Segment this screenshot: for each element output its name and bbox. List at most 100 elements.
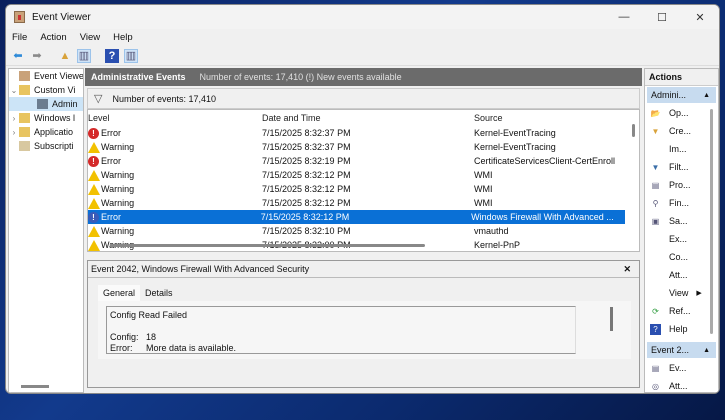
menu-bar: File Action View Help — [6, 29, 719, 46]
action-item[interactable]: ⚲ Fin... — [645, 194, 718, 212]
level-cell: Warning — [88, 183, 262, 195]
column-source[interactable]: Source — [474, 113, 629, 123]
action-item[interactable]: View ▶ — [645, 284, 718, 302]
action-item[interactable]: ▼ Cre... — [645, 122, 718, 140]
forward-arrow-icon[interactable]: ➡ — [30, 49, 44, 63]
filter-count: Number of events: 17,410 — [112, 93, 217, 104]
tree-item[interactable]: Subscripti — [9, 139, 83, 153]
help-icon[interactable]: ? — [105, 48, 119, 63]
maximize-button[interactable]: ☐ — [643, 11, 681, 24]
date-cell: 7/15/2025 8:32:12 PM — [262, 184, 351, 194]
properties-icon: ▤ — [651, 180, 660, 190]
expand-icon[interactable]: ⌄ — [9, 86, 19, 95]
action-item[interactable]: ▣ Sa... — [645, 212, 718, 230]
actions-section-event[interactable]: Event 2... ▲ — [647, 342, 716, 358]
tree-item[interactable]: › Applicatio — [9, 125, 83, 139]
table-row[interactable]: Warning 7/15/2025 8:32:12 PM WMI — [88, 168, 639, 182]
warning-icon — [88, 141, 100, 153]
tree-horizontal-scrollbar[interactable] — [21, 385, 49, 388]
warning-icon — [88, 183, 100, 195]
actions-section-admin[interactable]: Admini... ▲ — [647, 87, 716, 103]
table-row[interactable]: ! Error 7/15/2025 8:32:19 PM CertificateSer… — [88, 154, 639, 168]
table-horizontal-scrollbar[interactable] — [110, 244, 425, 247]
action-item[interactable]: Att... — [645, 266, 718, 284]
table-header: Level Date and Time Source — [88, 110, 639, 126]
date-cell: 7/15/2025 8:32:37 PM — [262, 128, 351, 138]
table-vertical-scrollbar[interactable] — [632, 124, 635, 137]
table-row[interactable]: Warning 7/15/2025 8:32:10 PM vmauthd — [88, 224, 639, 238]
action-item[interactable]: Co... — [645, 248, 718, 266]
tree-item[interactable]: Admin — [9, 97, 83, 111]
filter-icon: ▼ — [651, 162, 660, 172]
close-button[interactable]: ✕ — [681, 11, 719, 24]
action-item[interactable]: ▤ Ev... — [645, 359, 718, 377]
tab-general[interactable]: General — [98, 285, 141, 301]
event-message: Config Read Failed Config: 18 Error: More … — [106, 306, 576, 354]
tree-item[interactable]: › Windows l — [9, 111, 83, 125]
show-hide-tree-icon[interactable]: ▥ — [77, 48, 91, 63]
column-date-time[interactable]: Date and Time — [262, 113, 474, 123]
action-label: Ex... — [669, 234, 688, 244]
menu-action[interactable]: Action — [40, 32, 66, 43]
action-item[interactable]: ▼ Filt... — [645, 158, 718, 176]
warning-icon — [88, 197, 100, 209]
tree-item[interactable]: ⌄ Custom Vi — [9, 83, 83, 97]
table-row[interactable]: Warning 7/15/2025 8:32:37 PM Kernel-EventT… — [88, 140, 639, 154]
attach-task-icon: ◎ — [652, 381, 659, 391]
level-cell: ! Error — [88, 155, 262, 167]
action-label: Co... — [669, 252, 689, 262]
level-text: Error — [101, 212, 121, 222]
show-hide-action-icon[interactable]: ▥ — [124, 48, 138, 63]
action-item[interactable]: ? Help — [645, 320, 718, 338]
folder-icon — [19, 85, 30, 95]
event-properties-icon: ▤ — [651, 363, 660, 373]
create-filter-icon: ▼ — [651, 126, 660, 136]
action-item[interactable]: Ex... — [645, 230, 718, 248]
filter-icon: ▽ — [94, 93, 103, 105]
error-icon: ! — [88, 155, 99, 167]
back-arrow-icon[interactable]: ⬅ — [11, 49, 25, 63]
action-item[interactable]: 📂 Op... — [645, 104, 718, 122]
menu-view[interactable]: View — [80, 32, 100, 43]
expand-icon[interactable]: › — [9, 128, 19, 137]
level-text: Error — [101, 128, 121, 138]
tree-item-label: Applicatio — [34, 127, 74, 137]
table-row[interactable]: Warning 7/15/2025 8:32:12 PM WMI — [88, 196, 639, 210]
action-label: Op... — [669, 108, 689, 118]
expand-icon[interactable]: › — [9, 114, 19, 123]
action-item[interactable]: ◎ Att... — [645, 377, 718, 393]
action-item[interactable]: ⟳ Ref... — [645, 302, 718, 320]
table-row[interactable]: Warning 7/15/2025 8:32:12 PM WMI — [88, 182, 639, 196]
menu-file[interactable]: File — [12, 32, 27, 43]
tree-item[interactable]: Event Viewer ( — [9, 69, 83, 83]
tree-item-label: Subscripti — [34, 141, 74, 151]
title-bar: Event Viewer — ☐ ✕ — [6, 5, 719, 29]
source-cell: Kernel-PnP — [474, 240, 521, 250]
blank-icon — [650, 234, 661, 245]
actions-scrollbar[interactable] — [710, 109, 713, 334]
source-cell: CertificateServicesClient-CertEnroll — [474, 156, 616, 166]
column-level[interactable]: Level — [88, 113, 262, 123]
detail-scrollbar[interactable] — [610, 307, 613, 331]
section-label: Admini... — [651, 90, 687, 100]
action-item[interactable]: ▤ Pro... — [645, 176, 718, 194]
field-label: Config: — [110, 332, 139, 342]
view-header: Administrative Events Number of events: … — [85, 68, 642, 86]
table-row[interactable]: ! Error 7/15/2025 8:32:12 PM Windows Firewa… — [88, 210, 625, 224]
menu-help[interactable]: Help — [113, 32, 133, 43]
date-cell: 7/15/2025 8:32:12 PM — [262, 170, 351, 180]
actions-pane: Actions Admini... ▲ 📂 Op... ▼ Cre... Im... ▼ Fi… — [644, 68, 719, 393]
action-label: Fin... — [669, 198, 690, 208]
level-text: Warning — [101, 184, 135, 194]
up-folder-icon[interactable]: ▲ — [58, 49, 72, 63]
collapse-icon[interactable]: ▲ — [703, 92, 710, 99]
close-detail-button[interactable]: ✕ — [623, 264, 631, 275]
action-label: Cre... — [669, 126, 692, 136]
view-title: Administrative Events — [91, 72, 186, 82]
collapse-icon[interactable]: ▲ — [703, 347, 710, 354]
minimize-button[interactable]: — — [605, 11, 643, 24]
table-row[interactable]: ! Error 7/15/2025 8:32:37 PM Kernel-EventTr… — [88, 126, 639, 140]
action-item[interactable]: Im... — [645, 140, 718, 158]
tab-details[interactable]: Details — [140, 285, 178, 301]
level-text: Warning — [101, 170, 135, 180]
